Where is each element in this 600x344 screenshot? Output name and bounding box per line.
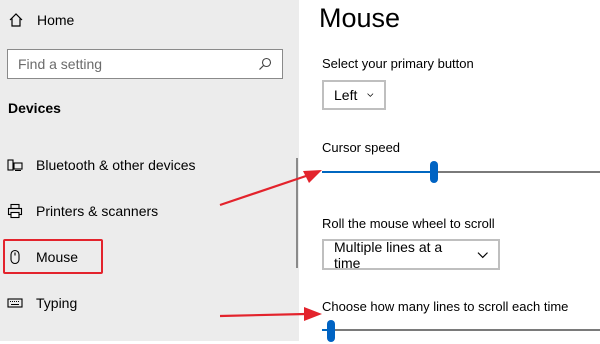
sidebar-item-bluetooth[interactable]: Bluetooth & other devices (0, 153, 299, 177)
cursor-speed-slider[interactable] (322, 160, 600, 184)
page-title: Mouse (319, 3, 401, 33)
section-title-devices: Devices (8, 100, 61, 116)
scroll-mode-dropdown[interactable]: Multiple lines at a time (322, 238, 500, 271)
bluetooth-devices-icon (7, 159, 23, 171)
sidebar-item-printers[interactable]: Printers & scanners (0, 199, 299, 223)
sidebar-item-label: Printers & scanners (36, 203, 159, 219)
home-label: Home (37, 12, 75, 28)
sidebar: Home Find a setting Devices Bluetooth & … (0, 0, 299, 341)
primary-button-dropdown[interactable]: Left (322, 80, 386, 110)
search-placeholder: Find a setting (18, 56, 103, 72)
sidebar-scrollbar[interactable] (296, 158, 298, 268)
sidebar-item-label: Typing (36, 295, 78, 311)
primary-button-label: Select your primary button (322, 56, 474, 71)
selected-item-highlight (3, 239, 103, 274)
cursor-speed-track (438, 171, 600, 173)
scroll-mode-value: Multiple lines at a time (334, 238, 443, 271)
home-nav-item[interactable]: Home (8, 10, 74, 30)
cursor-speed-thumb[interactable] (430, 161, 438, 183)
sidebar-item-typing[interactable]: Typing (0, 291, 299, 315)
keyboard-icon (7, 298, 23, 308)
scroll-lines-thumb[interactable] (327, 320, 335, 342)
home-icon (9, 13, 23, 27)
sidebar-item-label: Bluetooth & other devices (36, 157, 196, 173)
chevron-down-icon (367, 93, 374, 97)
primary-button-value: Left (334, 87, 358, 103)
scroll-lines-label: Choose how many lines to scroll each tim… (322, 299, 569, 314)
chevron-down-icon (477, 251, 488, 258)
cursor-speed-label: Cursor speed (322, 140, 401, 155)
scroll-lines-track (335, 329, 600, 331)
cursor-speed-fill (322, 171, 430, 173)
scroll-lines-slider[interactable] (322, 320, 600, 344)
scroll-mode-label: Roll the mouse wheel to scroll (322, 216, 495, 231)
search-input[interactable]: Find a setting (7, 49, 283, 79)
main-panel: Mouse Select your primary button Left Cu… (299, 0, 600, 344)
printer-icon (7, 203, 23, 219)
search-icon[interactable] (258, 57, 272, 71)
